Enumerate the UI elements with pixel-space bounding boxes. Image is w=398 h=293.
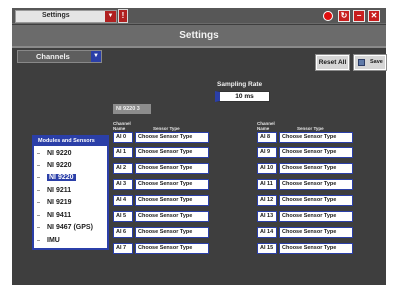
channel-id: AI 2 [113,163,133,174]
refresh-button[interactable]: ↻ [338,10,350,22]
channel-id: AI 10 [257,163,277,174]
channel-id: AI 3 [113,179,133,190]
sampling-rate-input[interactable]: 10 ms [215,91,270,102]
modules-list: Modules and Sensors NI 9220 NI 9220 NI 9… [32,135,109,250]
module-item[interactable]: NI 9220 [37,160,72,171]
settings-window: Settings ▼ ! ↻ − ✕ Settings Channels ▼ R… [12,8,387,285]
channel-id: AI 0 [113,132,133,143]
page-select[interactable]: Settings ▼ [15,10,117,23]
page-title: Settings [179,30,219,41]
save-label: Save [370,59,383,65]
alert-icon[interactable]: ! [118,9,128,23]
channel-id: AI 4 [113,195,133,206]
channel-id: AI 7 [113,243,133,254]
page-select-label: Settings [42,12,70,19]
status-indicator-icon [323,11,333,21]
view-select-label: Channels [36,52,70,61]
sensor-type-select[interactable]: Choose Sensor Type [279,243,353,254]
view-select[interactable]: Channels ▼ [17,50,102,63]
module-item[interactable]: NI 9411 [37,210,71,221]
sensor-type-select[interactable]: Choose Sensor Type [279,211,353,222]
title-bar: Settings [12,25,386,48]
sensor-type-header: Sensor Type [297,126,324,131]
sensor-type-select[interactable]: Choose Sensor Type [279,132,353,143]
module-item[interactable]: IMU [37,235,60,246]
sensor-type-select[interactable]: Choose Sensor Type [279,227,353,238]
module-item[interactable]: NI 9211 [37,185,71,196]
top-bar: Settings ▼ ! ↻ − ✕ [12,8,386,24]
sensor-type-select[interactable]: Choose Sensor Type [135,163,209,174]
sensor-type-select[interactable]: Choose Sensor Type [279,195,353,206]
channel-id: AI 8 [257,132,277,143]
channel-id: AI 14 [257,227,277,238]
close-button[interactable]: ✕ [368,10,380,22]
sensor-type-select[interactable]: Choose Sensor Type [135,179,209,190]
device-label: NI 9220 3 [113,104,151,114]
sensor-type-header: Sensor Type [153,126,180,131]
module-item[interactable]: NI 9220 [37,148,72,159]
channel-id: AI 1 [113,147,133,158]
module-item[interactable]: NI 9219 [37,197,72,208]
module-item[interactable]: NI 9467 (GPS) [37,222,93,233]
chevron-down-icon: ▼ [91,51,101,62]
channel-id: AI 11 [257,179,277,190]
modules-list-header: Modules and Sensors [34,137,107,146]
sensor-type-select[interactable]: Choose Sensor Type [135,211,209,222]
channel-id: AI 9 [257,147,277,158]
sensor-type-select[interactable]: Choose Sensor Type [279,147,353,158]
sensor-type-select[interactable]: Choose Sensor Type [135,195,209,206]
channel-id: AI 15 [257,243,277,254]
reset-all-button[interactable]: Reset All [315,54,350,71]
channel-id: AI 12 [257,195,277,206]
module-item-selected[interactable]: NI 9220 [37,172,76,183]
channel-name-header: Channel Name [113,121,131,131]
channel-name-header: Channel Name [257,121,275,131]
sensor-type-select[interactable]: Choose Sensor Type [135,243,209,254]
chevron-down-icon: ▼ [105,11,116,22]
save-disk-icon [358,59,365,66]
sensor-type-select[interactable]: Choose Sensor Type [135,147,209,158]
sensor-type-select[interactable]: Choose Sensor Type [279,179,353,190]
sensor-type-select[interactable]: Choose Sensor Type [279,163,353,174]
channel-id: AI 5 [113,211,133,222]
save-button[interactable]: Save [353,54,387,71]
sensor-type-select[interactable]: Choose Sensor Type [135,132,209,143]
channel-id: AI 6 [113,227,133,238]
sensor-type-select[interactable]: Choose Sensor Type [135,227,209,238]
sampling-rate-label: Sampling Rate [217,81,263,88]
minimize-button[interactable]: − [353,10,365,22]
channel-id: AI 13 [257,211,277,222]
